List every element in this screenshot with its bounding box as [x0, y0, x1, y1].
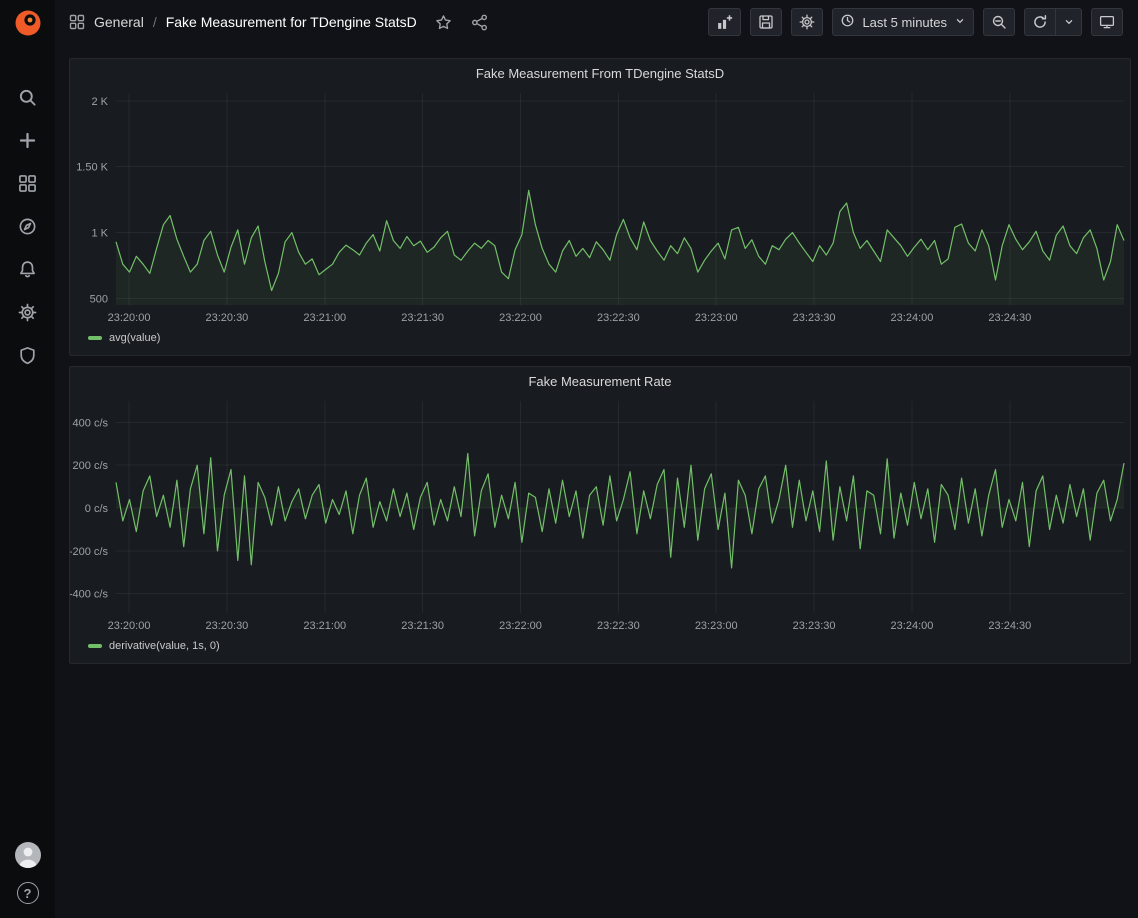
admin-shield-icon[interactable]	[17, 344, 39, 366]
svg-text:23:21:00: 23:21:00	[303, 620, 346, 632]
svg-text:200 c/s: 200 c/s	[73, 460, 109, 472]
dashboard-grid: Fake Measurement From TDengine StatsD 23…	[55, 44, 1138, 918]
create-plus-icon[interactable]	[17, 129, 39, 151]
panel-fake-measurement-rate: Fake Measurement Rate 23:20:0023:20:3023…	[69, 366, 1131, 664]
svg-text:23:24:00: 23:24:00	[891, 620, 934, 632]
breadcrumb-folder[interactable]: General	[94, 14, 144, 30]
grafana-logo[interactable]	[13, 8, 43, 38]
svg-text:23:23:30: 23:23:30	[793, 620, 836, 632]
svg-text:23:21:00: 23:21:00	[303, 312, 346, 324]
svg-text:23:22:30: 23:22:30	[597, 312, 640, 324]
timeseries-chart[interactable]: 23:20:00 23:20:30 23:21:00 23:21:30 23:22:00…	[70, 87, 1130, 329]
svg-text:23:20:00: 23:20:00	[108, 620, 151, 632]
svg-text:2 K: 2 K	[91, 96, 108, 108]
svg-text:1 K: 1 K	[91, 228, 108, 240]
svg-text:500: 500	[90, 293, 108, 305]
svg-text:23:23:00: 23:23:00	[695, 620, 738, 632]
topbar: General / Fake Measurement for TDengine …	[55, 0, 1138, 44]
breadcrumb-separator: /	[153, 14, 157, 30]
series-legend-label[interactable]: avg(value)	[109, 332, 160, 344]
dashboards-icon[interactable]	[17, 172, 39, 194]
add-panel-button[interactable]	[708, 8, 741, 36]
svg-text:23:23:00: 23:23:00	[695, 312, 738, 324]
breadcrumb: General / Fake Measurement for TDengine …	[69, 14, 417, 30]
panel-title[interactable]: Fake Measurement From TDengine StatsD	[70, 59, 1130, 87]
chevron-down-icon	[954, 15, 966, 30]
dashboard-title[interactable]: Fake Measurement for TDengine StatsD	[166, 14, 417, 30]
apps-grid-icon	[69, 14, 85, 30]
svg-text:23:22:00: 23:22:00	[499, 620, 542, 632]
svg-text:23:20:30: 23:20:30	[205, 312, 248, 324]
help-icon[interactable]: ?	[17, 882, 39, 904]
breadcrumb-actions	[433, 11, 491, 33]
svg-text:23:20:30: 23:20:30	[205, 620, 248, 632]
alerting-bell-icon[interactable]	[17, 258, 39, 280]
time-range-picker[interactable]: Last 5 minutes	[832, 8, 974, 36]
svg-text:23:24:30: 23:24:30	[988, 312, 1031, 324]
clock-icon	[840, 13, 855, 31]
avatar[interactable]	[15, 842, 41, 868]
main-area: General / Fake Measurement for TDengine …	[55, 0, 1138, 918]
svg-text:1.50 K: 1.50 K	[76, 162, 108, 174]
search-icon[interactable]	[17, 86, 39, 108]
svg-text:23:24:30: 23:24:30	[988, 620, 1031, 632]
time-range-label: Last 5 minutes	[862, 15, 947, 30]
sidebar: ?	[0, 0, 55, 918]
panel-legend: avg(value)	[70, 329, 1130, 355]
toolbar: Last 5 minutes	[708, 8, 1123, 36]
configuration-gear-icon[interactable]	[17, 301, 39, 323]
panel-fake-measurement: Fake Measurement From TDengine StatsD 23…	[69, 58, 1131, 356]
timeseries-chart[interactable]: 23:20:00 23:20:30 23:21:00 23:21:30 23:22:00…	[70, 395, 1130, 637]
series-color-swatch	[88, 336, 102, 340]
svg-text:23:21:30: 23:21:30	[401, 620, 444, 632]
series-legend-label[interactable]: derivative(value, 1s, 0)	[109, 640, 220, 652]
help-label: ?	[24, 886, 32, 901]
svg-text:0 c/s: 0 c/s	[85, 503, 109, 515]
kiosk-tv-button[interactable]	[1091, 8, 1123, 36]
svg-text:23:22:30: 23:22:30	[597, 620, 640, 632]
svg-text:23:23:30: 23:23:30	[793, 312, 836, 324]
svg-text:23:22:00: 23:22:00	[499, 312, 542, 324]
refresh-button-group	[1024, 8, 1082, 36]
series-color-swatch	[88, 644, 102, 648]
zoom-out-button[interactable]	[983, 8, 1015, 36]
svg-text:-200 c/s: -200 c/s	[70, 546, 108, 558]
panel-legend: derivative(value, 1s, 0)	[70, 637, 1130, 663]
dashboard-settings-button[interactable]	[791, 8, 823, 36]
refresh-button[interactable]	[1024, 8, 1056, 36]
svg-text:400 c/s: 400 c/s	[73, 417, 109, 429]
explore-compass-icon[interactable]	[17, 215, 39, 237]
svg-text:23:20:00: 23:20:00	[108, 312, 151, 324]
sidebar-bottom: ?	[15, 842, 41, 904]
svg-text:23:24:00: 23:24:00	[891, 312, 934, 324]
save-dashboard-button[interactable]	[750, 8, 782, 36]
svg-text:23:21:30: 23:21:30	[401, 312, 444, 324]
panel-title[interactable]: Fake Measurement Rate	[70, 367, 1130, 395]
star-icon[interactable]	[433, 11, 455, 33]
share-icon[interactable]	[469, 11, 491, 33]
grafana-app: ? General / Fake Measurement for TDengin…	[0, 0, 1138, 918]
refresh-interval-chevron[interactable]	[1056, 8, 1082, 36]
sidebar-nav	[17, 86, 39, 366]
svg-text:-400 c/s: -400 c/s	[70, 589, 108, 601]
